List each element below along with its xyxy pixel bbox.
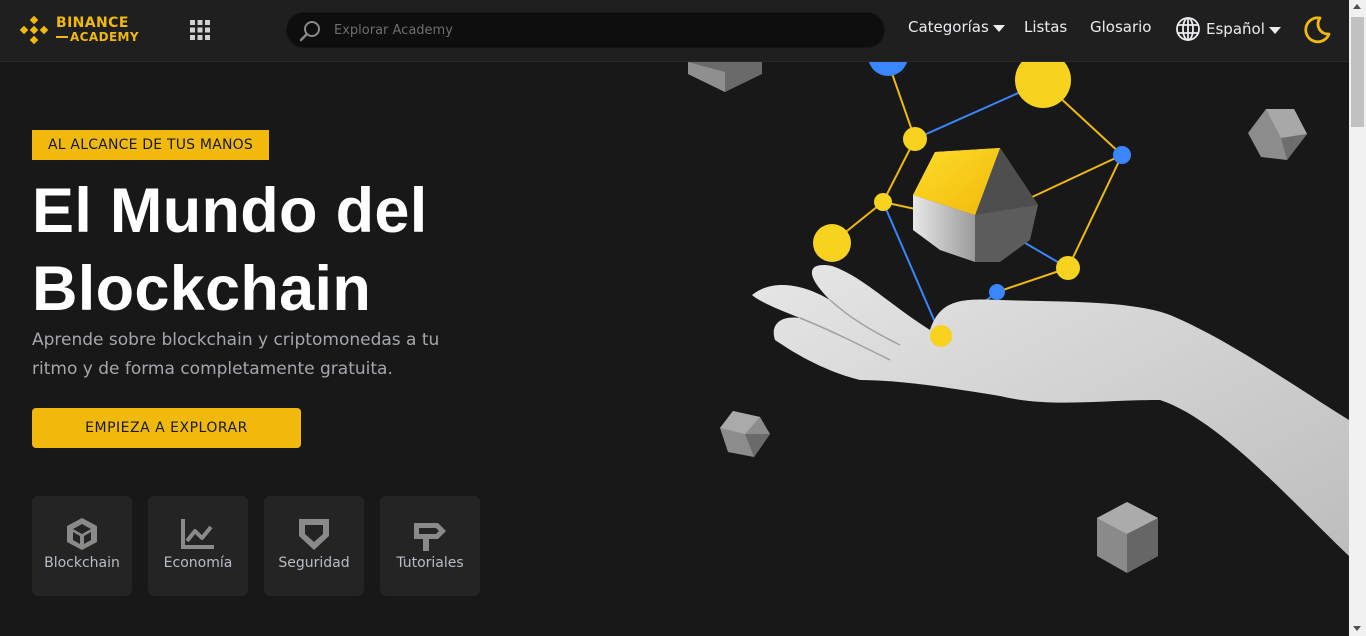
category-label: Tutoriales [396,555,464,571]
logo-line-1: BINANCE [56,15,129,31]
network-node-yellow [930,325,952,347]
start-exploring-button[interactable]: EMPIEZA A EXPLORAR [32,408,301,448]
binance-logo-icon [19,15,49,45]
chevron-down-icon [1268,27,1281,34]
logo-line-2: ACADEMY [70,30,139,44]
hand-illustration [752,265,1349,556]
language-selector[interactable]: Español [1175,16,1281,42]
search-icon [299,21,320,42]
hero-title: El Mundo del Blockchain [32,176,428,324]
apps-grid-icon[interactable] [188,19,212,41]
shield-icon [299,519,329,550]
scroll-up-arrow-icon[interactable] [1353,4,1361,9]
search-input[interactable] [334,13,864,47]
nav-categories-dropdown[interactable]: Categorías [908,18,1005,36]
signpost-icon [414,523,446,551]
hero-subtitle: Aprende sobre blockchain y criptomonedas… [32,330,440,379]
network-node-yellow [903,127,927,151]
search-bar[interactable] [286,12,885,48]
category-label: Seguridad [278,555,350,571]
chevron-down-icon [992,25,1005,32]
center-gold-cube [913,148,1038,262]
floating-cube-right [1248,109,1307,160]
globe-icon [1176,17,1200,41]
network-node-blue [868,62,908,76]
binance-academy-logo[interactable]: BINANCE ACADEMY [18,13,148,47]
top-navigation-bar: BINANCE ACADEMY Categorías Listas Glosar… [0,0,1349,62]
network-node-yellow [813,224,851,262]
nav-lists-label: Listas [1024,18,1068,36]
hero-badge: AL ALCANCE DE TUS MANOS [32,130,269,160]
category-tile-blockchain[interactable]: Blockchain [32,496,132,596]
language-label: Español [1206,20,1265,38]
network-node-yellow [1056,256,1080,280]
network-node-yellow [874,193,892,211]
category-tile-seguridad[interactable]: Seguridad [264,496,364,596]
category-tile-tutoriales[interactable]: Tutoriales [380,496,480,596]
floating-cube-left [720,411,770,457]
nav-lists-link[interactable]: Listas [1024,18,1067,36]
nav-glossary-label: Glosario [1090,18,1152,36]
cube-icon [67,518,97,550]
network-node-blue [1113,146,1131,164]
hero-illustration [688,62,1349,573]
nav-glossary-link[interactable]: Glosario [1090,18,1152,36]
floating-cube-bottom [1097,502,1158,573]
scroll-down-arrow-icon[interactable] [1353,626,1361,631]
category-tile-economia[interactable]: Economía [148,496,248,596]
floating-cube-top [688,62,762,92]
category-label: Blockchain [44,555,120,571]
logo-wordmark: BINANCE ACADEMY [56,16,139,44]
scrollbar-thumb[interactable] [1351,17,1364,127]
category-label: Economía [163,555,233,571]
nav-categories-label: Categorías [908,18,989,36]
network-node-blue [989,284,1005,300]
moon-icon[interactable] [1302,15,1332,45]
chart-icon [181,519,214,549]
